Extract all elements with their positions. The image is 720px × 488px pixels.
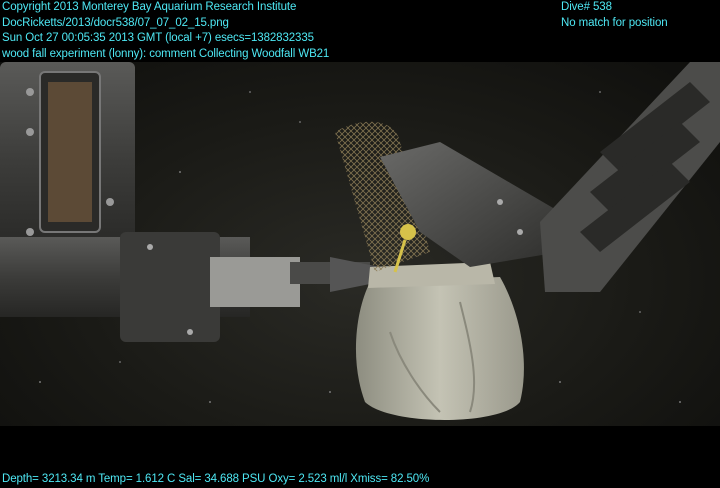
right-manipulator-arm [380,62,720,292]
video-frame: Copyright 2013 Monterey Bay Aquarium Res… [0,0,720,486]
left-manipulator-housing [0,62,135,262]
collection-bag [355,262,524,420]
position-status-text: No match for position [561,16,668,29]
overlay-top-right: Dive# 538 No match for position [561,0,668,31]
telemetry-text: Depth= 3213.34 m Temp= 1.612 C Sal= 34.6… [2,473,430,485]
timestamp-text: Sun Oct 27 00:05:35 2013 GMT (local +7) … [2,32,314,44]
scene-illustration [0,62,720,420]
left-manipulator-arm [0,232,380,342]
underwater-scene [0,62,720,426]
file-path-text: DocRicketts/2013/docr538/07_07_02_15.png [2,16,229,29]
dive-number-text: Dive# 538 [561,1,612,13]
overlay-bottom: Depth= 3213.34 m Temp= 1.612 C Sal= 34.6… [2,472,429,488]
copyright-text: Copyright 2013 Monterey Bay Aquarium Res… [2,1,297,13]
comment-text: wood fall experiment (lonny): comment Co… [2,47,330,60]
overlay-top-left: Copyright 2013 Monterey Bay Aquarium Res… [2,0,329,62]
